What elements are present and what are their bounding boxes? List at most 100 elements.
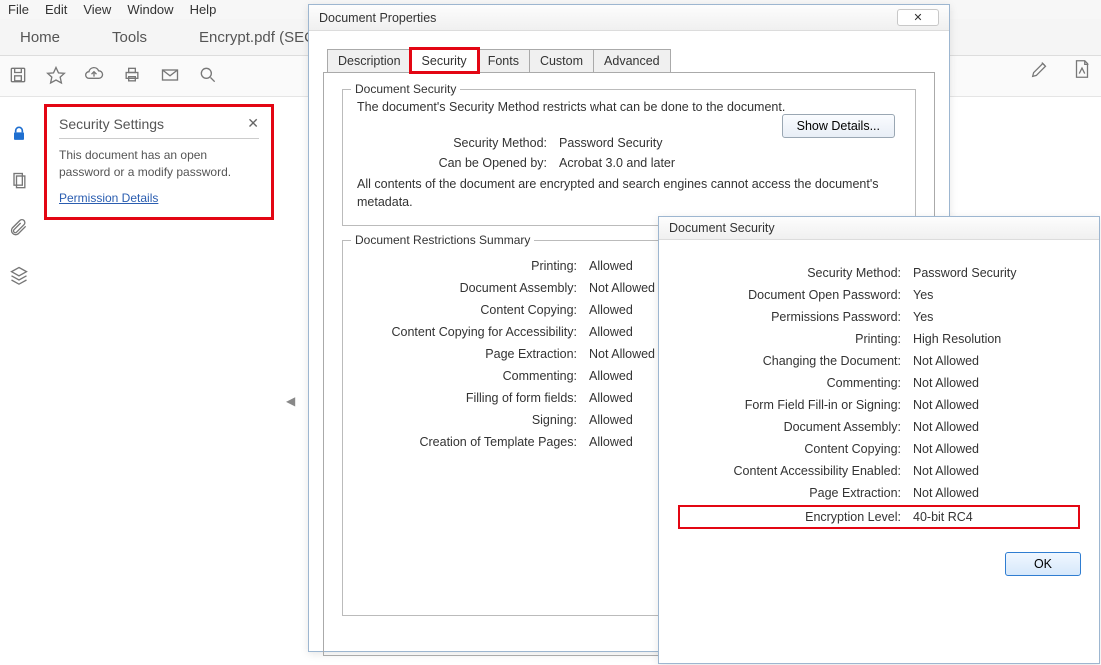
security-desc: The document's Security Method restricts… (357, 100, 901, 114)
row-label: Document Assembly: (681, 420, 913, 434)
opened-by-row: Can be Opened by: Acrobat 3.0 and later (357, 156, 901, 170)
tab-home[interactable]: Home (8, 23, 72, 52)
tab-security[interactable]: Security (411, 49, 478, 72)
menu-view[interactable]: View (83, 2, 111, 17)
save-icon[interactable] (8, 65, 28, 88)
row-value: Not Allowed (913, 398, 979, 412)
fieldset-title: Document Restrictions Summary (351, 233, 534, 247)
row-value: Password Security (913, 266, 1017, 280)
tab-custom[interactable]: Custom (529, 49, 594, 72)
row-value: 40-bit RC4 (913, 510, 973, 524)
row-label: Filling of form fields: (357, 391, 589, 405)
row-label: Content Copying: (681, 442, 913, 456)
lock-icon[interactable] (9, 124, 29, 147)
row-value: Password Security (559, 136, 663, 150)
tab-fonts[interactable]: Fonts (477, 49, 530, 72)
row-value: Allowed (589, 435, 633, 449)
security-detail-row: Permissions Password:Yes (681, 310, 1077, 324)
security-detail-row: Printing:High Resolution (681, 332, 1077, 346)
layers-icon[interactable] (9, 265, 29, 288)
row-label: Commenting: (681, 376, 913, 390)
row-label: Signing: (357, 413, 589, 427)
row-label: Content Copying for Accessibility: (357, 325, 589, 339)
menu-file[interactable]: File (8, 2, 29, 17)
row-value: Not Allowed (589, 281, 655, 295)
row-value: Not Allowed (913, 354, 979, 368)
pages-icon[interactable] (9, 171, 29, 194)
document-security-fieldset: Document Security The document's Securit… (342, 89, 916, 226)
edit-icon[interactable] (1029, 58, 1051, 83)
dialog-titlebar: Document Security (659, 217, 1099, 240)
security-method-row: Security Method: Password Security (357, 136, 901, 150)
security-detail-row: Content Copying:Not Allowed (681, 442, 1077, 456)
stamp-icon[interactable] (1071, 58, 1093, 83)
row-value: Not Allowed (913, 376, 979, 390)
security-detail-row: Content Accessibility Enabled:Not Allowe… (681, 464, 1077, 478)
row-label: Page Extraction: (681, 486, 913, 500)
security-detail-row: Document Open Password:Yes (681, 288, 1077, 302)
row-label: Changing the Document: (681, 354, 913, 368)
security-settings-panel: Security Settings ✕ This document has an… (44, 104, 274, 220)
tab-tools[interactable]: Tools (100, 23, 159, 52)
security-settings-text: This document has an open password or a … (59, 147, 259, 181)
document-security-title: Document Security (669, 221, 775, 235)
row-value: Allowed (589, 259, 633, 273)
row-label: Printing: (681, 332, 913, 346)
tab-description[interactable]: Description (327, 49, 412, 72)
star-icon[interactable] (46, 65, 66, 88)
row-label: Printing: (357, 259, 589, 273)
dialog-close-button[interactable]: ✕ (897, 9, 939, 26)
security-detail-row: Encryption Level:40-bit RC4 (681, 508, 1077, 526)
collapse-handle-icon[interactable]: ◀ (286, 394, 295, 408)
row-value: Not Allowed (913, 486, 979, 500)
tab-advanced[interactable]: Advanced (593, 49, 671, 72)
attachment-icon[interactable] (9, 218, 29, 241)
row-value: Yes (913, 310, 933, 324)
row-label: Can be Opened by: (357, 156, 559, 170)
document-security-dialog: Document Security Security Method:Passwo… (658, 216, 1100, 664)
security-detail-row: Changing the Document:Not Allowed (681, 354, 1077, 368)
print-icon[interactable] (122, 65, 142, 88)
show-details-button[interactable]: Show Details... (782, 114, 895, 138)
security-detail-row: Form Field Fill-in or Signing:Not Allowe… (681, 398, 1077, 412)
close-icon[interactable]: ✕ (247, 115, 259, 132)
row-label: Form Field Fill-in or Signing: (681, 398, 913, 412)
menu-edit[interactable]: Edit (45, 2, 67, 17)
encryption-note: All contents of the document are encrypt… (357, 176, 901, 211)
row-label: Page Extraction: (357, 347, 589, 361)
row-value: Allowed (589, 325, 633, 339)
mail-icon[interactable] (160, 65, 180, 88)
security-detail-row: Document Assembly:Not Allowed (681, 420, 1077, 434)
row-value: Not Allowed (913, 420, 979, 434)
row-value: Not Allowed (913, 464, 979, 478)
row-label: Creation of Template Pages: (357, 435, 589, 449)
row-value: Not Allowed (913, 442, 979, 456)
row-value: Acrobat 3.0 and later (559, 156, 675, 170)
row-value: Allowed (589, 303, 633, 317)
row-label: Security Method: (357, 136, 559, 150)
row-label: Security Method: (681, 266, 913, 280)
row-value: Allowed (589, 369, 633, 383)
menu-window[interactable]: Window (127, 2, 173, 17)
row-label: Encryption Level: (681, 510, 913, 524)
document-properties-title: Document Properties (319, 11, 436, 25)
security-detail-row: Commenting:Not Allowed (681, 376, 1077, 390)
row-label: Content Accessibility Enabled: (681, 464, 913, 478)
cloud-icon[interactable] (84, 65, 104, 88)
row-label: Commenting: (357, 369, 589, 383)
row-label: Permissions Password: (681, 310, 913, 324)
permission-details-link[interactable]: Permission Details (59, 191, 158, 205)
row-value: Allowed (589, 413, 633, 427)
search-icon[interactable] (198, 65, 218, 88)
menu-help[interactable]: Help (190, 2, 217, 17)
row-value: Yes (913, 288, 933, 302)
ok-button[interactable]: OK (1005, 552, 1081, 576)
row-label: Content Copying: (357, 303, 589, 317)
row-value: High Resolution (913, 332, 1001, 346)
dialog-titlebar: Document Properties ✕ (309, 5, 949, 31)
security-settings-title: Security Settings (59, 116, 164, 132)
row-label: Document Open Password: (681, 288, 913, 302)
row-value: Allowed (589, 391, 633, 405)
right-toolbar (1029, 58, 1093, 83)
row-value: Not Allowed (589, 347, 655, 361)
